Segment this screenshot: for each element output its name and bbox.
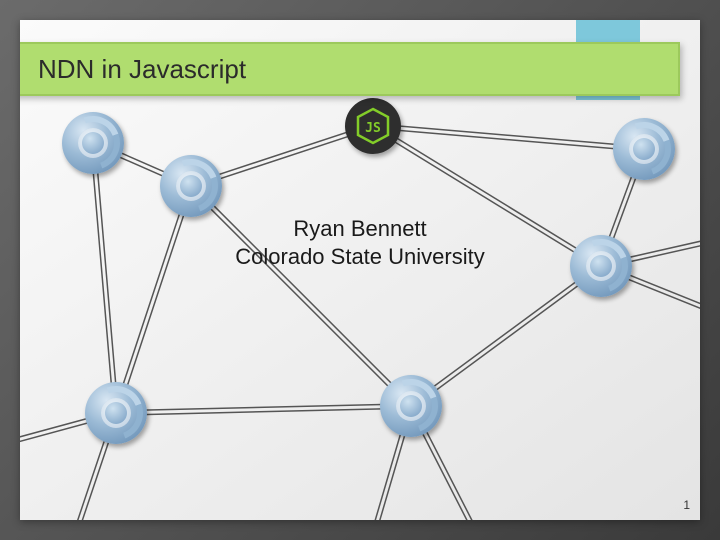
chromium-icon	[380, 375, 442, 437]
chromium-icon	[85, 382, 147, 444]
author-block: Ryan Bennett Colorado State University	[20, 215, 700, 270]
nodejs-icon: JS	[345, 98, 401, 154]
author-name: Ryan Bennett	[20, 215, 700, 243]
slide-frame: JS NDN in Javascript Ryan Bennett Colora…	[0, 0, 720, 540]
page-number: 1	[683, 498, 690, 512]
author-affiliation: Colorado State University	[20, 243, 700, 271]
slide-title: NDN in Javascript	[38, 54, 246, 85]
chromium-icon	[62, 112, 124, 174]
svg-text:JS: JS	[365, 121, 381, 136]
title-bar: NDN in Javascript	[20, 42, 680, 96]
chromium-icon	[613, 118, 675, 180]
slide: JS NDN in Javascript Ryan Bennett Colora…	[20, 20, 700, 520]
chromium-icon	[160, 155, 222, 217]
